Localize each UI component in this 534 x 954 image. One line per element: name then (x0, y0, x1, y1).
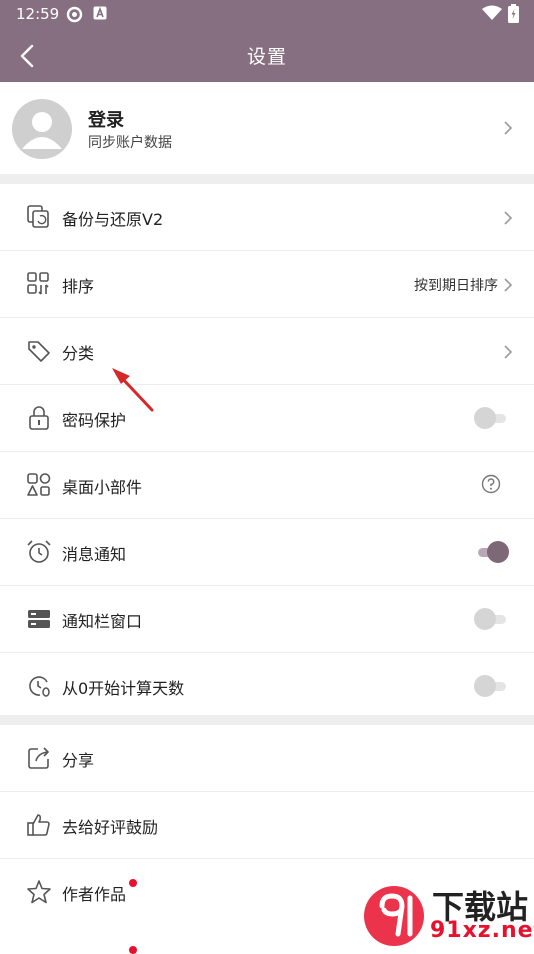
chevron-right-icon (504, 121, 513, 135)
server-icon (28, 610, 50, 628)
widget-row[interactable]: 桌面小部件 (0, 452, 534, 519)
login-title: 登录 (88, 110, 124, 131)
status-time: 12:59 (16, 5, 60, 23)
switch-knob (474, 675, 496, 697)
count-from-zero-label: 从0开始计算天数 (62, 679, 185, 698)
rate-label: 去给好评鼓励 (62, 818, 159, 837)
password-toggle[interactable] (474, 407, 508, 429)
new-badge-dot (129, 879, 137, 887)
share-row[interactable]: 分享 (0, 725, 534, 792)
notification-bar-toggle[interactable] (474, 608, 508, 630)
user-silhouette-icon (22, 112, 62, 149)
notification-row[interactable]: 消息通知 (0, 519, 534, 586)
watermark-logo-icon (364, 886, 424, 946)
sort-label: 排序 (62, 277, 95, 296)
red-arrow-icon (112, 368, 154, 412)
login-subtitle: 同步账户数据 (88, 135, 172, 151)
widgets-icon (27, 473, 51, 496)
wifi-icon (482, 5, 502, 20)
sync-icon (66, 6, 83, 23)
author-works-label: 作者作品 (62, 885, 127, 904)
backup-icon (27, 205, 49, 228)
switch-knob (474, 608, 496, 630)
avatar (12, 99, 72, 159)
lock-icon (29, 406, 49, 430)
a-notification-icon (93, 6, 107, 20)
notification-bar-row[interactable]: 通知栏窗口 (0, 586, 534, 653)
switch-knob (474, 407, 496, 429)
sort-row[interactable]: 排序 按到期日排序 (0, 251, 534, 318)
alarm-clock-icon (27, 540, 51, 563)
password-protect-row[interactable]: 密码保护 (0, 385, 534, 452)
share-icon (28, 747, 49, 769)
app-bar: 设置 (0, 28, 534, 82)
backup-label: 备份与还原V2 (62, 210, 164, 229)
login-row[interactable]: 登录 同步账户数据 (0, 82, 534, 174)
site-watermark: 下载站 91xz.net (360, 880, 534, 950)
chevron-right-icon (504, 345, 513, 359)
count-from-zero-toggle[interactable] (474, 675, 508, 697)
backup-restore-row[interactable]: 备份与还原V2 (0, 184, 534, 251)
category-row[interactable]: 分类 (0, 318, 534, 385)
new-badge-dot (129, 946, 137, 954)
section-divider (0, 174, 534, 184)
count-from-zero-row[interactable]: 从0开始计算天数 (0, 653, 534, 720)
clock-counter-icon (29, 676, 50, 697)
status-bar: 12:59 (0, 0, 534, 28)
notification-toggle[interactable] (474, 541, 509, 563)
battery-icon (508, 4, 519, 23)
watermark-domain: 91xz.net (430, 918, 534, 943)
page-title: 设置 (246, 46, 287, 68)
thumbs-up-icon (27, 814, 50, 836)
help-icon[interactable] (481, 474, 501, 494)
share-label: 分享 (62, 751, 95, 770)
switch-knob (487, 541, 509, 563)
star-icon (27, 880, 51, 904)
sort-grid-icon (27, 272, 49, 295)
section-divider (0, 715, 534, 725)
rate-row[interactable]: 去给好评鼓励 (0, 792, 534, 859)
sort-value: 按到期日排序 (414, 278, 498, 294)
tag-icon (28, 341, 50, 362)
notification-label: 消息通知 (62, 545, 127, 564)
notification-bar-label: 通知栏窗口 (62, 612, 143, 631)
widget-label: 桌面小部件 (62, 478, 143, 497)
chevron-right-icon (504, 278, 513, 292)
category-label: 分类 (62, 344, 95, 363)
chevron-right-icon (504, 211, 513, 225)
